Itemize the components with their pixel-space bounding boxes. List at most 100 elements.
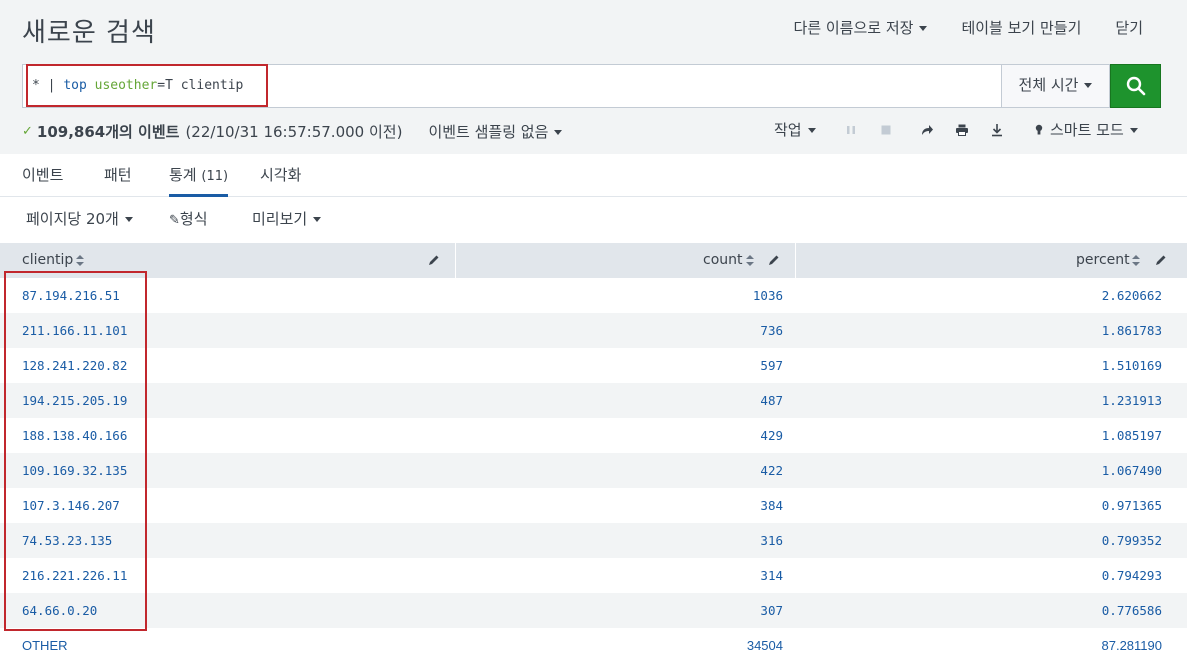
search-input[interactable]: * | top useother=T clientip xyxy=(22,64,1002,108)
share-icon[interactable] xyxy=(920,123,934,137)
count-cell[interactable]: 34504 xyxy=(747,628,783,663)
count-cell[interactable]: 736 xyxy=(760,313,783,348)
table-row: 194.215.205.19 487 1.231913 xyxy=(0,383,1187,418)
percent-cell[interactable]: 2.620662 xyxy=(1102,278,1162,313)
event-time-range: (22/10/31 16:57:57.000 이전) xyxy=(185,122,403,141)
results-table-body: 87.194.216.51 1036 2.620662 211.166.11.101 7… xyxy=(0,278,1187,663)
percent-cell[interactable]: 0.794293 xyxy=(1102,558,1162,593)
clientip-cell[interactable]: 74.53.23.135 xyxy=(22,523,112,558)
clientip-cell[interactable]: 107.3.146.207 xyxy=(22,488,120,523)
count-cell[interactable]: 316 xyxy=(760,523,783,558)
job-status: ✓ 109,864개의 이벤트 (22/10/31 16:57:57.000 이… xyxy=(22,120,562,142)
search-header: 새로운 검색 다른 이름으로 저장 테이블 보기 만들기 닫기 * | top … xyxy=(0,0,1187,154)
column-header-percent[interactable]: percent xyxy=(1076,243,1130,278)
table-options: 페이지당 20개 ✎형식 미리보기 xyxy=(0,197,1187,243)
format-label: 형식 xyxy=(179,210,208,228)
table-row: 64.66.0.20 307 0.776586 xyxy=(0,593,1187,628)
results-tabs: 이벤트 패턴 통계 (11) 시각화 xyxy=(0,154,1187,197)
query-command: top xyxy=(63,78,87,93)
checkmark-icon: ✓ xyxy=(22,123,33,139)
percent-cell[interactable]: 0.971365 xyxy=(1102,488,1162,523)
clientip-cell[interactable]: 87.194.216.51 xyxy=(22,278,120,313)
count-cell[interactable]: 384 xyxy=(760,488,783,523)
query-prefix: * | xyxy=(32,78,64,93)
clientip-cell[interactable]: 211.166.11.101 xyxy=(22,313,127,348)
create-table-view-button[interactable]: 테이블 보기 만들기 xyxy=(961,17,1081,39)
tab-label: 패턴 xyxy=(104,166,132,184)
column-header-count[interactable]: count xyxy=(703,243,743,278)
tab-label: 통계 xyxy=(169,166,197,184)
table-row: 188.138.40.166 429 1.085197 xyxy=(0,418,1187,453)
column-title: clientip xyxy=(22,252,74,268)
column-divider xyxy=(795,243,796,278)
column-title: count xyxy=(703,252,743,268)
export-icon[interactable] xyxy=(990,123,1004,137)
table-header: clientip count percent xyxy=(0,243,1187,278)
event-sampling-dropdown[interactable]: 이벤트 샘플링 없음 xyxy=(428,121,562,142)
print-icon[interactable] xyxy=(955,123,969,137)
clientip-cell[interactable]: 188.138.40.166 xyxy=(22,418,127,453)
count-cell[interactable]: 487 xyxy=(760,383,783,418)
pause-icon[interactable] xyxy=(844,123,858,137)
tab-label: 이벤트 xyxy=(22,166,64,184)
edit-column-icon[interactable] xyxy=(428,254,440,266)
count-cell[interactable]: 314 xyxy=(760,558,783,593)
tab-patterns[interactable]: 패턴 xyxy=(104,164,132,185)
tab-statistics[interactable]: 통계 (11) xyxy=(169,164,229,197)
percent-cell[interactable]: 1.085197 xyxy=(1102,418,1162,453)
clientip-cell[interactable]: 128.241.220.82 xyxy=(22,348,127,383)
search-icon xyxy=(1126,76,1146,96)
tab-label: 시각화 xyxy=(260,166,302,184)
table-row: 109.169.32.135 422 1.067490 xyxy=(0,453,1187,488)
table-row: 87.194.216.51 1036 2.620662 xyxy=(0,278,1187,313)
count-cell[interactable]: 597 xyxy=(760,348,783,383)
clientip-cell[interactable]: 109.169.32.135 xyxy=(22,453,127,488)
header-actions: 다른 이름으로 저장 테이블 보기 만들기 닫기 xyxy=(794,17,1187,39)
tab-visualization[interactable]: 시각화 xyxy=(260,164,301,185)
edit-column-icon[interactable] xyxy=(1155,254,1167,266)
percent-cell[interactable]: 87.281190 xyxy=(1102,628,1163,663)
per-page-dropdown[interactable]: 페이지당 20개 xyxy=(26,208,133,229)
format-button[interactable]: ✎형식 xyxy=(169,208,208,229)
preview-dropdown[interactable]: 미리보기 xyxy=(252,208,321,229)
edit-column-icon[interactable] xyxy=(768,254,780,266)
clientip-cell[interactable]: 64.66.0.20 xyxy=(22,593,97,628)
stop-icon[interactable] xyxy=(879,123,893,137)
column-title: percent xyxy=(1076,252,1130,268)
sort-icon[interactable] xyxy=(1132,255,1140,266)
count-cell[interactable]: 429 xyxy=(760,418,783,453)
time-range-picker[interactable]: 전체 시간 xyxy=(1001,64,1110,108)
percent-cell[interactable]: 1.510169 xyxy=(1102,348,1162,383)
percent-cell[interactable]: 1.231913 xyxy=(1102,383,1162,418)
query-argument: useother xyxy=(94,78,158,93)
column-divider xyxy=(455,243,456,278)
sort-icon[interactable] xyxy=(746,255,754,266)
table-row: 216.221.226.11 314 0.794293 xyxy=(0,558,1187,593)
search-query-text: * | top useother=T clientip xyxy=(32,78,243,93)
sort-icon[interactable] xyxy=(76,255,84,266)
table-row: OTHER 34504 87.281190 xyxy=(0,628,1187,663)
search-button[interactable] xyxy=(1110,64,1161,108)
save-as-button[interactable]: 다른 이름으로 저장 xyxy=(794,17,928,39)
percent-cell[interactable]: 0.776586 xyxy=(1102,593,1162,628)
table-row: 74.53.23.135 316 0.799352 xyxy=(0,523,1187,558)
clientip-cell[interactable]: 194.215.205.19 xyxy=(22,383,127,418)
count-cell[interactable]: 422 xyxy=(760,453,783,488)
percent-cell[interactable]: 0.799352 xyxy=(1102,523,1162,558)
search-mode-dropdown[interactable]: 스마트 모드 xyxy=(1050,118,1138,142)
column-header-clientip[interactable]: clientip xyxy=(22,243,73,278)
count-cell[interactable]: 307 xyxy=(760,593,783,628)
page-title: 새로운 검색 xyxy=(22,18,156,48)
pencil-icon: ✎ xyxy=(169,213,180,228)
tab-events[interactable]: 이벤트 xyxy=(22,164,63,185)
percent-cell[interactable]: 1.067490 xyxy=(1102,453,1162,488)
job-menu[interactable]: 작업 xyxy=(774,118,816,142)
tab-count: (11) xyxy=(201,169,229,184)
clientip-cell[interactable]: 216.221.226.11 xyxy=(22,558,127,593)
clientip-cell[interactable]: OTHER xyxy=(22,628,68,663)
close-button[interactable]: 닫기 xyxy=(1115,17,1143,39)
percent-cell[interactable]: 1.861783 xyxy=(1102,313,1162,348)
query-suffix: =T clientip xyxy=(157,78,244,93)
count-cell[interactable]: 1036 xyxy=(753,278,783,313)
table-row: 128.241.220.82 597 1.510169 xyxy=(0,348,1187,383)
